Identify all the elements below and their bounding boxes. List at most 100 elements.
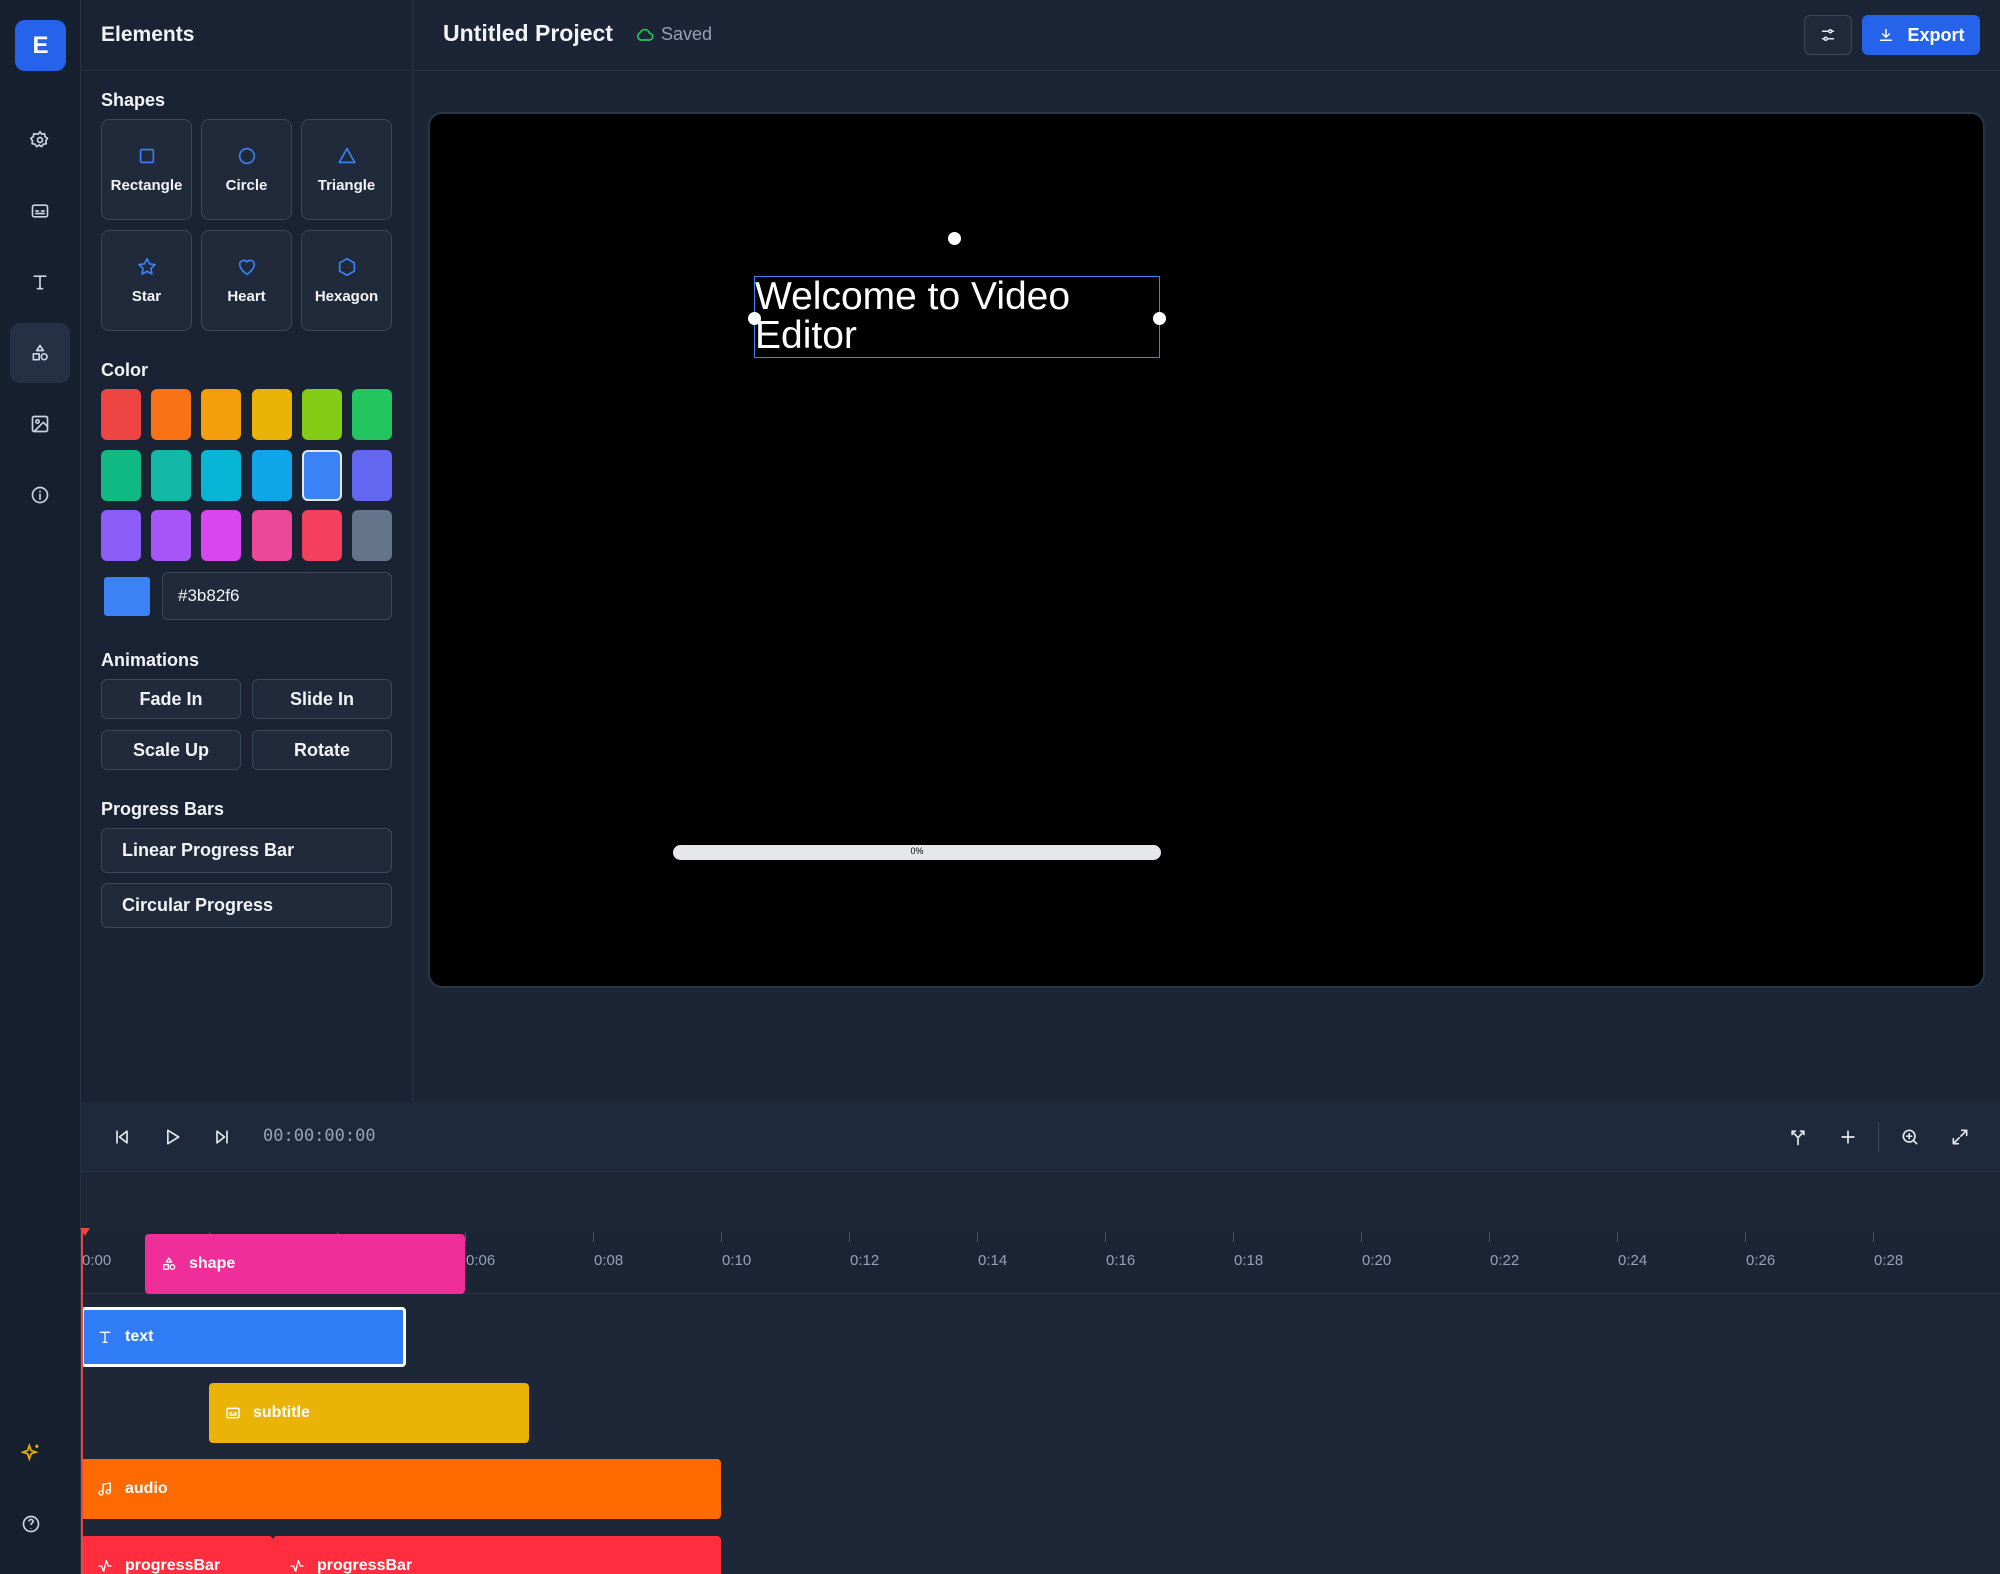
progress-section-title: Progress Bars — [101, 799, 225, 819]
skip-back-button[interactable] — [109, 1124, 135, 1150]
color-swatch[interactable] — [151, 510, 192, 561]
shape-triangle-button[interactable]: Triangle — [301, 119, 392, 220]
rail-settings-button[interactable] — [10, 110, 70, 170]
hexagon-icon — [338, 257, 355, 277]
play-button[interactable] — [159, 1124, 185, 1150]
clip-audio[interactable]: audio — [81, 1459, 721, 1519]
ruler-label: 0:16 — [1106, 1252, 1136, 1269]
fade-in-button[interactable]: Fade In — [101, 679, 241, 719]
project-title[interactable]: Untitled Project — [443, 20, 613, 47]
color-swatch[interactable] — [301, 510, 342, 561]
hex-color-input[interactable] — [162, 572, 392, 620]
resize-handle-right[interactable] — [1153, 312, 1166, 325]
activity-icon — [290, 1560, 304, 1572]
color-swatch[interactable] — [151, 389, 192, 440]
color-swatch[interactable] — [201, 449, 242, 501]
playhead[interactable] — [81, 1230, 83, 1574]
rail-info-button[interactable] — [10, 465, 70, 525]
color-swatch[interactable] — [352, 510, 392, 561]
canvas-progress-bar[interactable]: 0% — [673, 845, 1161, 860]
color-swatch[interactable] — [352, 389, 392, 440]
clip-label: progressBar — [317, 1557, 413, 1574]
rail-shapes-button[interactable] — [10, 323, 70, 383]
clip-subtitle[interactable]: subtitle — [209, 1383, 529, 1443]
fullscreen-button[interactable] — [1947, 1124, 1973, 1150]
clip-label: text — [125, 1328, 154, 1345]
sparkles-icon — [21, 1443, 39, 1462]
playhead-marker[interactable] — [80, 1228, 90, 1236]
color-swatch[interactable] — [301, 449, 342, 501]
rotate-handle[interactable] — [948, 232, 961, 245]
color-swatch[interactable] — [251, 389, 292, 440]
ruler-label: 0:00 — [82, 1252, 112, 1269]
ruler-tick — [1105, 1232, 1106, 1242]
color-swatch[interactable] — [251, 510, 292, 561]
ruler-label: 0:06 — [466, 1252, 496, 1269]
zoom-in-button[interactable] — [1897, 1124, 1923, 1150]
ruler-tick — [849, 1232, 850, 1242]
square-icon — [139, 148, 154, 164]
play-icon — [167, 1129, 180, 1145]
color-swatch[interactable] — [301, 389, 342, 440]
rail-media-button[interactable] — [10, 394, 70, 454]
shape-label: Heart — [227, 288, 266, 305]
color-swatch[interactable] — [101, 449, 141, 501]
toolbar-divider — [1878, 1122, 1879, 1152]
clip-text[interactable]: text — [81, 1307, 406, 1367]
color-swatch[interactable] — [352, 449, 392, 501]
rail-subtitles-button[interactable] — [10, 181, 70, 241]
app-logo: E — [15, 20, 66, 71]
shape-hexagon-button[interactable]: Hexagon — [301, 230, 392, 331]
ruler-label: 0:22 — [1490, 1252, 1520, 1269]
ruler-label: 0:24 — [1618, 1252, 1648, 1269]
rotate-button[interactable]: Rotate — [252, 730, 392, 770]
shape-rectangle-button[interactable]: Rectangle — [101, 119, 192, 220]
split-button[interactable] — [1785, 1124, 1811, 1150]
ruler-label: 0:12 — [850, 1252, 880, 1269]
plus-icon — [1841, 1130, 1855, 1144]
clip-shape[interactable]: shape — [145, 1234, 465, 1294]
timeline-toolbar: 00:00:00:00 — [81, 1102, 2000, 1172]
shape-label: Hexagon — [314, 288, 379, 305]
ruler-label: 0:28 — [1874, 1252, 1904, 1269]
skip-forward-icon — [216, 1130, 228, 1144]
shape-circle-button[interactable]: Circle — [201, 119, 292, 220]
saved-label: Saved — [661, 24, 713, 44]
circular-progress-button[interactable]: Circular Progress — [101, 883, 392, 928]
shape-label: Rectangle — [110, 177, 183, 194]
scale-up-button[interactable]: Scale Up — [101, 730, 241, 770]
color-swatch[interactable] — [251, 449, 292, 501]
skip-forward-button[interactable] — [209, 1124, 235, 1150]
resize-handle-left[interactable] — [748, 312, 761, 325]
zoom-in-icon — [1902, 1129, 1918, 1145]
progress-bar-label: 0% — [910, 846, 924, 856]
color-swatch[interactable] — [151, 449, 192, 501]
color-swatch[interactable] — [101, 389, 141, 440]
ai-sparkles-button[interactable] — [20, 1442, 42, 1464]
ruler-tick — [1873, 1232, 1874, 1242]
add-track-button[interactable] — [1835, 1124, 1861, 1150]
clip-label: progressBar — [125, 1557, 221, 1574]
shapes-icon — [32, 344, 48, 361]
video-canvas[interactable]: Welcome to Video Editor 0% — [428, 112, 1985, 988]
triangle-icon — [337, 147, 356, 164]
clip-progressbar[interactable]: progressBar — [81, 1536, 273, 1574]
elements-panel: Elements Shapes Rectangle Circle Triangl… — [81, 0, 413, 1102]
color-swatch[interactable] — [201, 389, 242, 440]
linear-progress-bar-button[interactable]: Linear Progress Bar — [101, 828, 392, 873]
text-element[interactable]: Welcome to Video Editor — [754, 276, 1160, 358]
rail-text-button[interactable] — [10, 252, 70, 312]
clip-progressbar[interactable]: progressBar — [273, 1536, 721, 1574]
project-settings-button[interactable] — [1804, 15, 1852, 55]
export-button[interactable]: Export — [1862, 15, 1980, 55]
shape-star-button[interactable]: Star — [101, 230, 192, 331]
circle-icon — [238, 147, 255, 165]
split-icon — [1791, 1130, 1805, 1146]
slide-in-button[interactable]: Slide In — [252, 679, 392, 719]
help-button[interactable] — [20, 1513, 42, 1535]
shapes-section-title: Shapes — [101, 90, 166, 110]
shape-heart-button[interactable]: Heart — [201, 230, 292, 331]
animations-section-title: Animations — [101, 650, 200, 670]
color-swatch[interactable] — [201, 510, 242, 561]
color-swatch[interactable] — [101, 510, 141, 561]
